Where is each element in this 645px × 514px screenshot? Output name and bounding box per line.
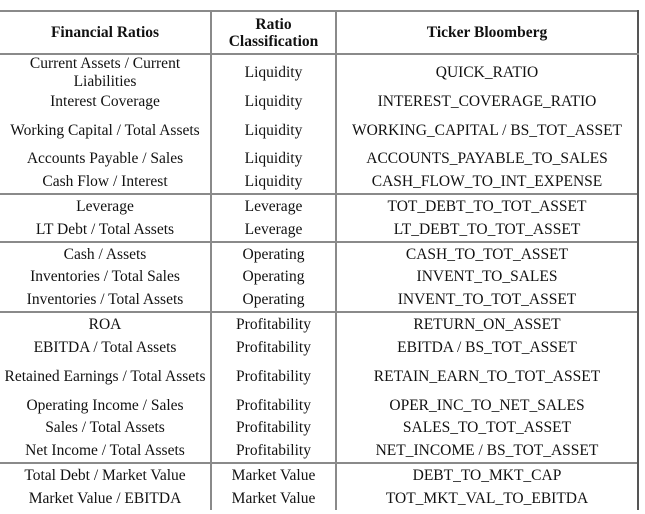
cell-ratio-classification: Liquidity: [210, 170, 336, 195]
table-row: Market Value / EBITDA Market Value TOT_MKT…: [0, 487, 639, 510]
table-row: Cash Flow / Interest Liquidity CASH_FLOW_T…: [0, 170, 639, 195]
cell-financial-ratio: Cash / Assets: [0, 240, 211, 266]
cell-ticker-bloomberg: TOT_MKT_VAL_TO_EBITDA: [335, 487, 639, 510]
cell-financial-ratio: Inventories / Total Assets: [26, 291, 184, 309]
cell-financial-ratio: Accounts Payable / Sales: [26, 150, 184, 168]
cell-ticker-bloomberg: WORKING_CAPITAL / BS_TOT_ASSET: [335, 112, 639, 148]
cell-ratio-classification: Liquidity: [210, 53, 336, 90]
cell-ticker-bloomberg: RETAIN_EARN_TO_TOT_ASSET: [335, 358, 639, 394]
header-row: Financial Ratios Ratio Classification Ti…: [0, 10, 639, 55]
cell-financial-ratio: Leverage: [0, 193, 211, 219]
table-row: Current Assets / Current Liabilities Liqu…: [0, 53, 639, 90]
cell-ratio-classification: Liquidity: [210, 112, 336, 148]
cell-ticker-bloomberg: CASH_TO_TOT_ASSET: [335, 240, 639, 266]
cell-ticker-bloomberg: CASH_FLOW_TO_INT_EXPENSE: [335, 170, 639, 195]
cell-financial-ratio: Retained Earnings / Total Assets: [4, 367, 206, 385]
cell-ratio-classification: Operating: [210, 240, 336, 266]
cell-financial-ratio: ROA: [0, 311, 211, 337]
cell-financial-ratio: Interest Coverage: [50, 92, 160, 110]
cell-financial-ratio: Cash Flow / Interest: [42, 173, 168, 191]
table-row: Inventories / Total Sales Operating INVENT…: [0, 265, 639, 289]
cell-ratio-classification: Liquidity: [210, 147, 336, 171]
cell-ticker-bloomberg: QUICK_RATIO: [335, 53, 639, 90]
cell-ratio-classification: Profitability: [210, 311, 336, 337]
cell-ratio-classification: Market Value: [210, 462, 336, 488]
table-row: Retained Earnings / Total Assets Profitab…: [0, 358, 639, 394]
cell-ticker-bloomberg: LT_DEBT_TO_TOT_ASSET: [335, 218, 639, 242]
cell-ratio-classification: Profitability: [210, 336, 336, 359]
table-row: LT Debt / Total Assets Leverage LT_DEBT_TO…: [0, 218, 639, 242]
header-line: Ratio: [255, 15, 292, 33]
cell-ticker-bloomberg: EBITDA / BS_TOT_ASSET: [335, 336, 639, 359]
cell-ratio-classification: Profitability: [210, 358, 336, 394]
cell-ratio-classification: Operating: [210, 288, 336, 313]
cell-ticker-bloomberg: DEBT_TO_MKT_CAP: [335, 462, 639, 488]
cell-financial-ratio: LT Debt / Total Assets: [35, 220, 175, 238]
cell-financial-ratio: Working Capital / Total Assets: [10, 121, 200, 139]
table-row: Total Debt / Market Value Market Value DEB…: [0, 462, 639, 488]
header-financial-ratios: Financial Ratios: [0, 10, 211, 55]
table-row: Operating Income / Sales Profitability OPE…: [0, 393, 639, 417]
cell-ticker-bloomberg: INTEREST_COVERAGE_RATIO: [335, 90, 639, 113]
cell-ratio-classification: Profitability: [210, 393, 336, 417]
cell-financial-ratio: Operating Income / Sales: [26, 396, 184, 414]
cell-ticker-bloomberg: NET_INCOME / BS_TOT_ASSET: [335, 439, 639, 464]
financial-ratios-table: Financial Ratios Ratio Classification Ti…: [0, 10, 639, 510]
header-line: Classification: [228, 32, 319, 50]
cell-ticker-bloomberg: RETURN_ON_ASSET: [335, 311, 639, 337]
cell-ticker-bloomberg: ACCOUNTS_PAYABLE_TO_SALES: [335, 147, 639, 171]
cell-ticker-bloomberg: SALES_TO_TOT_ASSET: [335, 416, 639, 440]
cell-financial-ratio: Total Debt / Market Value: [0, 462, 211, 488]
cell-ratio-classification: Liquidity: [210, 90, 336, 113]
header-ratio-classification: Ratio Classification: [210, 10, 336, 55]
table-body: Current Assets / Current Liabilities Liqu…: [0, 53, 639, 510]
header-ticker-bloomberg: Ticker Bloomberg: [335, 10, 639, 55]
cell-ticker-bloomberg: INVENT_TO_SALES: [335, 265, 639, 289]
cell-ratio-classification: Profitability: [210, 439, 336, 464]
table-row: Sales / Total Assets Profitability SALES_T…: [0, 416, 639, 440]
cell-financial-ratio: Market Value / EBITDA: [28, 489, 182, 507]
cell-ratio-classification: Market Value: [210, 487, 336, 510]
cell-financial-ratio: Sales / Total Assets: [45, 419, 165, 437]
cell-ratio-classification: Leverage: [210, 218, 336, 242]
cell-financial-ratio: EBITDA / Total Assets: [33, 338, 177, 356]
table-row: EBITDA / Total Assets Profitability EBITDA…: [0, 336, 639, 359]
table-row: Interest Coverage Liquidity INTEREST_COVER…: [0, 90, 639, 113]
table-row: Net Income / Total Assets Profitability NE…: [0, 439, 639, 464]
cell-ratio-classification: Profitability: [210, 416, 336, 440]
cell-ratio-classification: Operating: [210, 265, 336, 289]
table-row: Accounts Payable / Sales Liquidity ACCOUNT…: [0, 147, 639, 171]
table-row: Cash / Assets Operating CASH_TO_TOT_ASSET: [0, 240, 639, 266]
table-row: ROA Profitability RETURN_ON_ASSET: [0, 311, 639, 337]
table-row: Inventories / Total Assets Operating INVEN…: [0, 288, 639, 313]
cell-financial-ratio: Inventories / Total Sales: [30, 268, 180, 286]
cell-ticker-bloomberg: OPER_INC_TO_NET_SALES: [335, 393, 639, 417]
cell-ticker-bloomberg: INVENT_TO_TOT_ASSET: [335, 288, 639, 313]
cell-financial-ratio: Current Assets / Current Liabilities: [0, 53, 211, 90]
cell-ticker-bloomberg: TOT_DEBT_TO_TOT_ASSET: [335, 193, 639, 219]
cell-financial-ratio: Net Income / Total Assets: [25, 442, 185, 460]
table-row: Leverage Leverage TOT_DEBT_TO_TOT_ASSET: [0, 193, 639, 219]
table-header: Financial Ratios Ratio Classification Ti…: [0, 10, 639, 55]
cell-ratio-classification: Leverage: [210, 193, 336, 219]
table-row: Working Capital / Total Assets Liquidity W…: [0, 112, 639, 148]
